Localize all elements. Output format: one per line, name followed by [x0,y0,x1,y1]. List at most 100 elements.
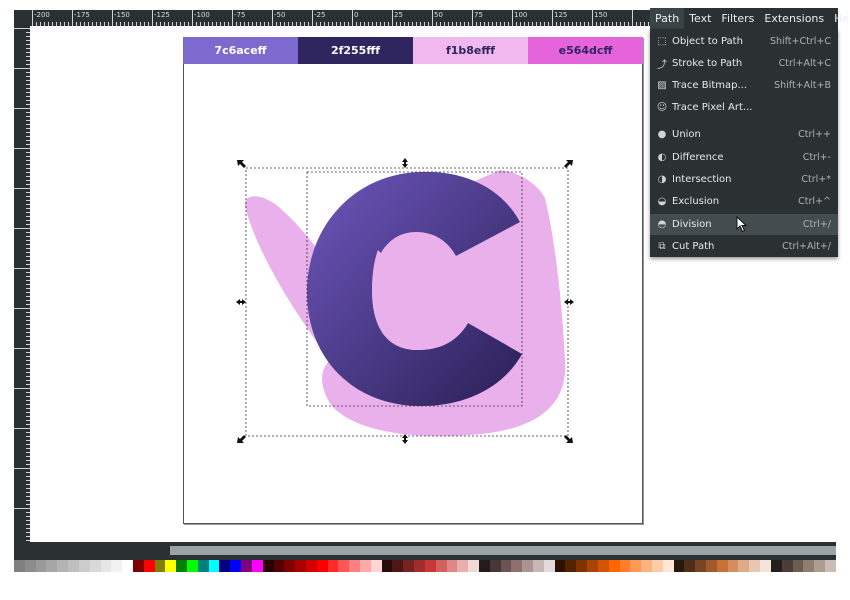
palette-color[interactable] [738,560,750,572]
palette-color[interactable] [154,560,166,572]
union-icon: ● [657,129,667,140]
ruler-tick [592,10,593,26]
menu-extensions[interactable]: Extensions [759,8,829,29]
palette-color[interactable] [641,560,652,572]
palette-color[interactable] [511,560,523,572]
menu-filters[interactable]: Filters [716,8,759,29]
palette-color[interactable] [316,560,328,572]
palette-color[interactable] [414,560,425,572]
palette-color[interactable] [284,560,296,572]
palette-color[interactable] [230,560,242,572]
palette-color[interactable] [251,560,263,572]
menu-path[interactable]: Path [650,8,685,29]
palette-color[interactable] [468,560,479,572]
palette-color[interactable] [370,560,382,572]
palette-color[interactable] [165,560,177,572]
palette-color[interactable] [814,560,825,572]
palette-color[interactable] [587,560,598,572]
palette-color[interactable] [46,560,58,572]
palette-color[interactable] [262,560,274,572]
palette-color[interactable] [295,560,306,572]
palette-color[interactable] [684,560,696,572]
object-to-path-icon: ⬚ [657,36,667,47]
palette-color[interactable] [770,560,782,572]
menu-item-union[interactable]: ● Union Ctrl++ [650,124,838,145]
palette-color[interactable] [457,560,469,572]
palette-color[interactable] [673,560,685,572]
palette-color[interactable] [403,560,415,572]
palette-color[interactable] [792,560,804,572]
palette-color[interactable] [489,560,501,572]
menu-item-intersection[interactable]: ◑ Intersection Ctrl+* [650,169,838,190]
palette-color[interactable] [122,560,133,572]
palette-color[interactable] [824,560,836,572]
menu-item-trace-bitmap[interactable]: ▨ Trace Bitmap... Shift+Alt+B [650,75,838,96]
palette-color[interactable] [68,560,79,572]
palette-color[interactable] [100,560,112,572]
palette-color[interactable] [533,560,544,572]
palette-color[interactable] [576,560,588,572]
menu-item-shortcut: Ctrl+/ [802,219,831,230]
palette-color[interactable] [327,560,339,572]
menu-item-difference[interactable]: ◐ Difference Ctrl+- [650,147,838,168]
palette-color[interactable] [392,560,404,572]
palette-color[interactable] [219,560,231,572]
palette-color[interactable] [500,560,512,572]
palette-color[interactable] [360,560,371,572]
palette-color[interactable] [619,560,631,572]
palette-color[interactable] [349,560,360,572]
menu-help[interactable]: Help [829,8,850,29]
palette-color[interactable] [760,560,771,572]
menu-item-trace-pixel-art[interactable]: ☺ Trace Pixel Art... [650,97,838,118]
ruler-tick [14,508,30,509]
palette-color[interactable] [597,560,609,572]
palette-color[interactable] [305,560,317,572]
palette-color[interactable] [78,560,90,572]
palette-color[interactable] [543,560,555,572]
palette-color[interactable] [446,560,458,572]
palette-color[interactable] [273,560,285,572]
palette-color[interactable] [554,560,566,572]
palette-color[interactable] [435,560,447,572]
menu-text[interactable]: Text [684,8,716,29]
palette-color[interactable] [803,560,815,572]
horizontal-scrollbar-thumb[interactable] [170,546,836,555]
palette-color[interactable] [608,560,620,572]
palette-color[interactable] [630,560,642,572]
palette-color[interactable] [176,560,187,572]
palette-color[interactable] [381,560,393,572]
palette-color[interactable] [749,560,761,572]
palette-color[interactable] [338,560,350,572]
palette-color[interactable] [24,560,36,572]
palette-color[interactable] [132,560,144,572]
palette-color[interactable] [651,560,663,572]
palette-color[interactable] [89,560,101,572]
palette-color[interactable] [187,560,198,572]
selected-artwork[interactable] [230,150,580,450]
palette-color[interactable] [57,560,69,572]
palette-color[interactable] [716,560,728,572]
palette-color[interactable] [565,560,577,572]
palette-color[interactable] [208,560,220,572]
palette-color[interactable] [241,560,252,572]
palette-color[interactable] [695,560,706,572]
menu-item-cut-path[interactable]: ⧉ Cut Path Ctrl+Alt+/ [650,236,838,257]
menu-item-object-to-path[interactable]: ⬚ Object to Path Shift+Ctrl+C [650,31,838,52]
palette-color[interactable] [522,560,533,572]
palette-color[interactable] [478,560,490,572]
palette-color[interactable] [111,560,123,572]
palette-color[interactable] [706,560,717,572]
palette-color[interactable] [662,560,674,572]
palette-color[interactable] [35,560,47,572]
vertical-ruler[interactable] [14,26,30,544]
palette-color[interactable] [197,560,209,572]
palette-color[interactable] [143,560,155,572]
palette-color[interactable] [424,560,436,572]
palette-color[interactable] [14,560,25,572]
ruler-label: -75 [234,11,246,19]
horizontal-ruler[interactable]: -200 -175 -150 -125 -100 -75 -50 -25 0 25 50 75 100 1… [30,10,650,26]
menu-item-exclusion[interactable]: ◒ Exclusion Ctrl+^ [650,191,838,212]
palette-color[interactable] [781,560,793,572]
palette-color[interactable] [727,560,739,572]
menu-item-stroke-to-path[interactable]: ⤴ Stroke to Path Ctrl+Alt+C [650,53,838,74]
